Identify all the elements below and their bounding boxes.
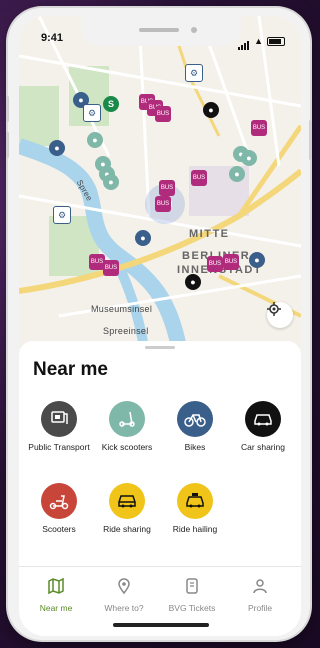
tab-label: Near me xyxy=(39,603,73,613)
tile-ride-sharing[interactable]: Ride sharing xyxy=(95,483,159,535)
ticket-icon xyxy=(186,578,198,594)
bike-station-pin[interactable]: ⚙ xyxy=(53,206,71,224)
bus-pin[interactable]: BUS xyxy=(159,180,175,196)
crosshair-icon xyxy=(267,302,281,316)
transport-icon xyxy=(41,401,77,437)
tile-ride-hailing[interactable]: Ride hailing xyxy=(163,483,227,535)
map-icon xyxy=(48,577,64,595)
bike-station-pin[interactable]: ⚙ xyxy=(83,104,101,122)
location-pin-icon xyxy=(118,578,130,595)
tile-label: Car sharing xyxy=(241,442,285,452)
bus-pin[interactable]: BUS xyxy=(103,260,119,276)
tab-label: BVG Tickets xyxy=(168,603,216,613)
bus-pin[interactable]: BUS xyxy=(191,170,207,186)
sheet-handle[interactable] xyxy=(145,346,175,349)
s-bahn-pin[interactable]: S xyxy=(103,96,119,112)
system-icons: ▲ xyxy=(238,32,285,50)
volume-button xyxy=(6,132,9,158)
tile-bikes[interactable]: Bikes xyxy=(163,401,227,453)
bike-pin[interactable]: ● xyxy=(49,140,65,156)
bus-pin[interactable]: BUS xyxy=(207,256,223,272)
tile-label: Kick scooters xyxy=(101,442,153,452)
sheet-title: Near me xyxy=(33,359,108,380)
car-icon xyxy=(245,401,281,437)
wifi-icon: ▲ xyxy=(254,36,263,46)
kick-scooter-pin[interactable]: ● xyxy=(241,150,257,166)
tab-where-to[interactable]: Where to? xyxy=(91,577,157,613)
car-pin[interactable]: ● xyxy=(185,274,201,290)
profile-icon xyxy=(253,579,267,594)
map-label-mitte: MITTE xyxy=(189,228,230,240)
tile-label: Ride sharing xyxy=(103,524,151,534)
notch xyxy=(81,16,241,46)
bike-pin[interactable]: ● xyxy=(249,252,265,268)
speaker xyxy=(139,28,179,32)
tab-near-me[interactable]: Near me xyxy=(23,577,89,613)
map-view[interactable]: 9:41 ▲ MITTE BERLINER INNENSTADT Museums… xyxy=(19,16,301,348)
bus-pin[interactable]: BUS xyxy=(155,106,171,122)
kick-scooter-icon xyxy=(109,401,145,437)
signal-icon xyxy=(238,32,250,50)
tab-label: Profile xyxy=(247,603,273,613)
ride-sharing-icon xyxy=(109,483,145,519)
status-bar: 9:41 ▲ xyxy=(19,16,301,60)
bottom-tab-bar: Near me Where to? BVG Tickets Profile xyxy=(19,566,301,636)
bus-pin[interactable]: BUS xyxy=(251,120,267,136)
tab-label: Where to? xyxy=(104,603,144,613)
map-label-museumsinsel: Museumsinsel xyxy=(91,304,153,314)
car-pin[interactable]: ● xyxy=(203,102,219,118)
home-indicator xyxy=(113,623,209,627)
bus-pin[interactable]: BUS xyxy=(223,254,239,270)
volume-button xyxy=(6,96,9,122)
locate-me-button[interactable] xyxy=(267,302,293,328)
power-button xyxy=(309,120,312,160)
scooter-icon xyxy=(41,483,77,519)
map-label-spreeinsel: Spreeinsel xyxy=(103,326,149,336)
tile-scooters[interactable]: Scooters xyxy=(27,483,91,535)
battery-icon xyxy=(267,36,285,46)
kick-scooter-pin[interactable]: ● xyxy=(87,132,103,148)
near-me-sheet: Near me Public Transport Kick scooters B… xyxy=(19,341,301,636)
camera xyxy=(191,27,197,33)
status-time: 9:41 xyxy=(41,32,64,44)
app-screen: 9:41 ▲ MITTE BERLINER INNENSTADT Museums… xyxy=(19,16,301,636)
tile-public-transport[interactable]: Public Transport xyxy=(27,401,91,453)
tab-profile[interactable]: Profile xyxy=(227,577,293,613)
tile-car-sharing[interactable]: Car sharing xyxy=(231,401,295,453)
tile-label: Bikes xyxy=(184,442,206,452)
bike-pin[interactable]: ● xyxy=(135,230,151,246)
tile-label: Public Transport xyxy=(28,442,90,452)
bus-pin[interactable]: BUS xyxy=(155,196,171,212)
tile-kick-scooters[interactable]: Kick scooters xyxy=(95,401,159,453)
bike-station-pin[interactable]: ⚙ xyxy=(185,64,203,82)
tab-bvg-tickets[interactable]: BVG Tickets xyxy=(159,577,225,613)
bike-icon xyxy=(177,401,213,437)
kick-scooter-pin[interactable]: ● xyxy=(229,166,245,182)
taxi-icon xyxy=(177,483,213,519)
kick-scooter-pin[interactable]: ● xyxy=(103,174,119,190)
tile-label: Scooters xyxy=(42,524,76,534)
tile-label: Ride hailing xyxy=(172,524,218,534)
